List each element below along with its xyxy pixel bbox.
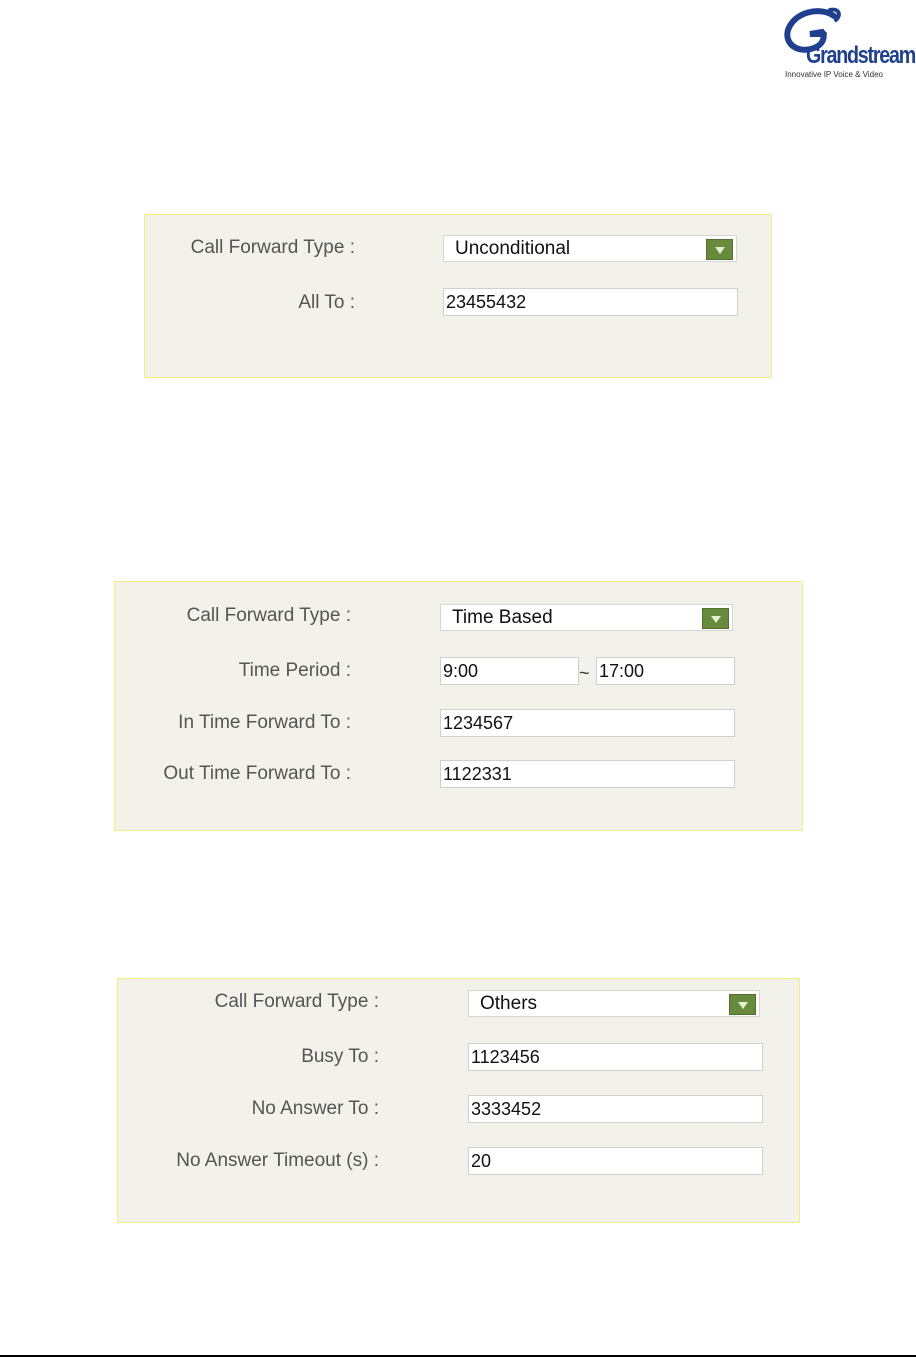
in-time-forward-to-label: In Time Forward To : <box>178 712 351 733</box>
call-forward-type-label: Call Forward Type : <box>190 237 355 258</box>
no-answer-timeout-input[interactable]: 20 <box>468 1147 763 1175</box>
page-bottom-rule <box>0 1355 916 1357</box>
call-forward-type-select[interactable]: Time Based <box>440 604 733 631</box>
call-forward-type-value: Others <box>480 993 538 1014</box>
call-forward-type-select[interactable]: Others <box>468 990 760 1017</box>
call-forward-type-label: Call Forward Type : <box>186 605 351 626</box>
call-forward-type-label: Call Forward Type : <box>214 991 379 1012</box>
chevron-down-icon[interactable] <box>706 239 733 260</box>
time-period-end-input[interactable]: 17:00 <box>596 657 735 685</box>
unconditional-forward-panel: Call Forward Type : Unconditional All To… <box>144 214 772 378</box>
time-period-start-input[interactable]: 9:00 <box>440 657 579 685</box>
time-based-forward-panel: Call Forward Type : Time Based Time Peri… <box>114 581 803 831</box>
no-answer-timeout-label: No Answer Timeout (s) : <box>176 1150 379 1171</box>
others-forward-panel: Call Forward Type : Others Busy To : 112… <box>117 978 800 1223</box>
busy-to-label: Busy To : <box>301 1046 379 1067</box>
logo-wordmark: Grandstream <box>806 42 916 69</box>
in-time-forward-to-input[interactable]: 1234567 <box>440 709 735 737</box>
call-forward-type-select[interactable]: Unconditional <box>443 235 737 262</box>
no-answer-to-label: No Answer To : <box>251 1098 379 1119</box>
call-forward-type-value: Time Based <box>452 607 553 628</box>
busy-to-input[interactable]: 1123456 <box>468 1043 763 1071</box>
time-period-label: Time Period : <box>238 660 351 681</box>
chevron-down-icon[interactable] <box>702 608 729 629</box>
call-forward-type-value: Unconditional <box>455 238 571 259</box>
all-to-label: All To : <box>298 292 355 313</box>
out-time-forward-to-input[interactable]: 1122331 <box>440 760 735 788</box>
out-time-forward-to-label: Out Time Forward To : <box>163 763 351 784</box>
chevron-down-icon[interactable] <box>729 994 756 1015</box>
all-to-input[interactable]: 23455432 <box>443 288 738 316</box>
logo-tagline: Innovative IP Voice & Video <box>785 70 883 79</box>
grandstream-logo: Grandstream Innovative IP Voice & Video <box>772 4 916 80</box>
time-period-separator: ~ <box>579 663 590 683</box>
no-answer-to-input[interactable]: 3333452 <box>468 1095 763 1123</box>
